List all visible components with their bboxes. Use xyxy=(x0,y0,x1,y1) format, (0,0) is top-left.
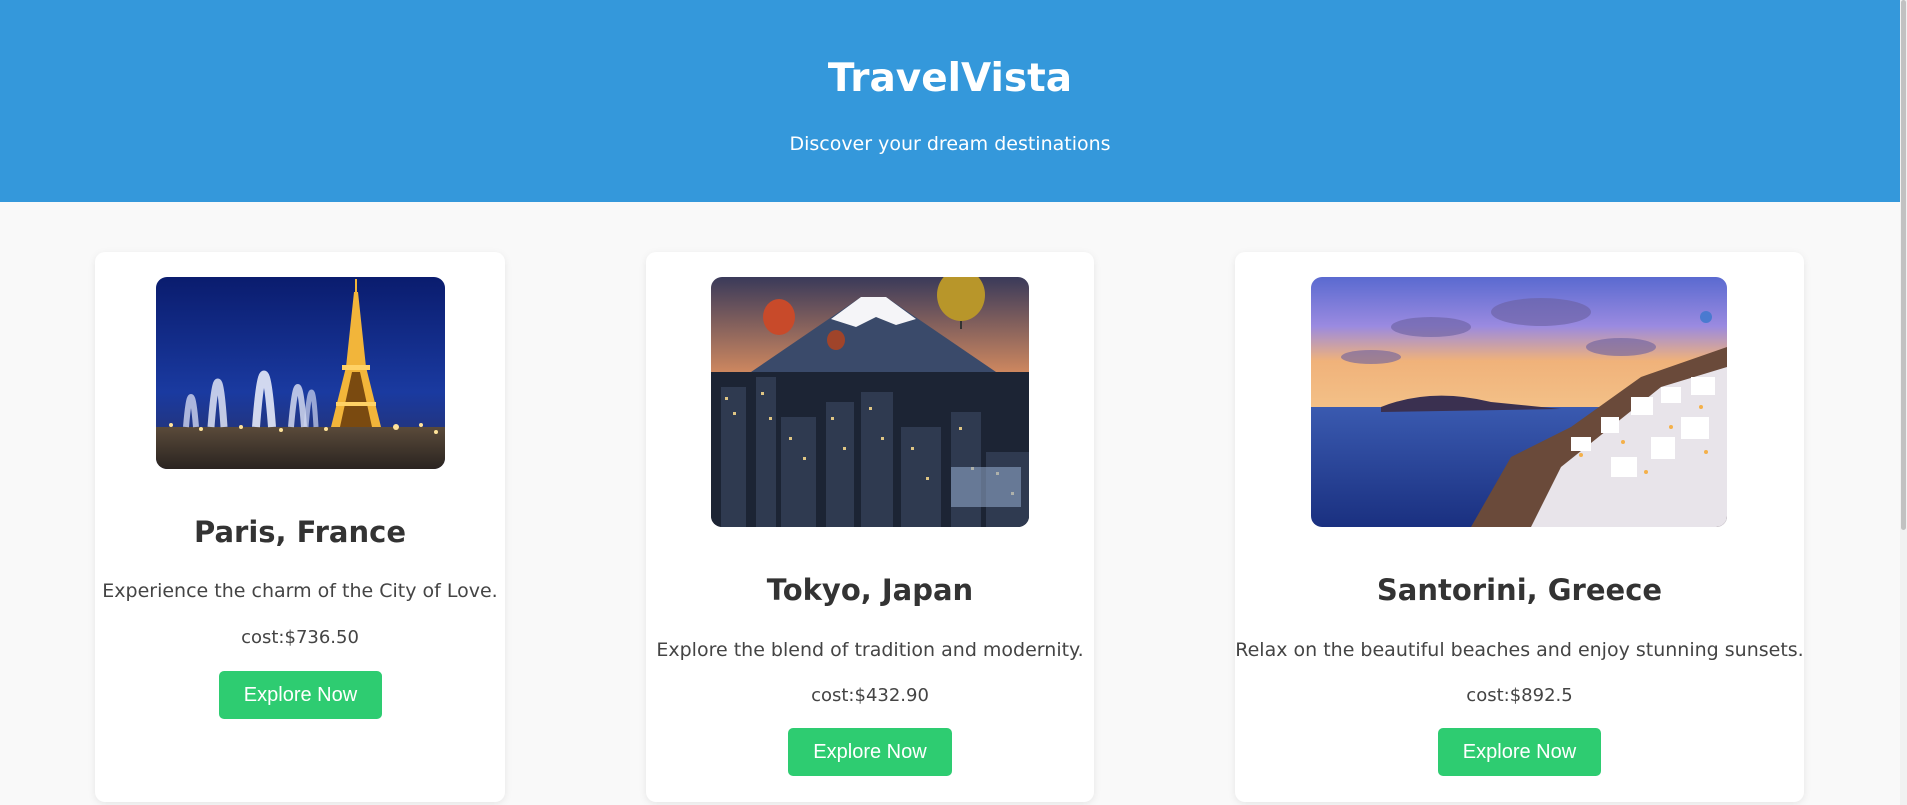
destination-name: Santorini, Greece xyxy=(1376,573,1663,607)
site-title: TravelVista xyxy=(827,56,1073,101)
destination-card-paris: Paris, France Experience the charm of th… xyxy=(95,252,505,802)
destination-description: Experience the charm of the City of Love… xyxy=(102,580,498,602)
destination-card-tokyo: Tokyo, Japan Explore the blend of tradit… xyxy=(646,252,1094,802)
page-scrollbar[interactable] xyxy=(1900,0,1907,805)
paris-image xyxy=(156,277,445,469)
destination-cost: cost:$892.5 xyxy=(1466,685,1573,706)
site-tagline: Discover your dream destinations xyxy=(789,133,1111,155)
destination-cost: cost:$432.90 xyxy=(811,685,929,706)
destination-name: Tokyo, Japan xyxy=(766,573,974,607)
explore-now-button[interactable]: Explore Now xyxy=(1438,728,1601,776)
explore-now-button[interactable]: Explore Now xyxy=(219,671,382,719)
scrollbar-thumb[interactable] xyxy=(1901,0,1906,530)
destination-name: Paris, France xyxy=(194,515,406,549)
destination-cost: cost:$736.50 xyxy=(241,627,359,648)
explore-now-button[interactable]: Explore Now xyxy=(788,728,952,776)
destination-description: Explore the blend of tradition and moder… xyxy=(656,639,1084,661)
destination-card-santorini: Santorini, Greece Relax on the beautiful… xyxy=(1235,252,1804,802)
tokyo-image xyxy=(711,277,1029,527)
page: TravelVista Discover your dream destinat… xyxy=(0,0,1907,805)
site-header: TravelVista Discover your dream destinat… xyxy=(0,0,1900,202)
santorini-image xyxy=(1311,277,1727,527)
destination-description: Relax on the beautiful beaches and enjoy… xyxy=(1235,639,1804,661)
